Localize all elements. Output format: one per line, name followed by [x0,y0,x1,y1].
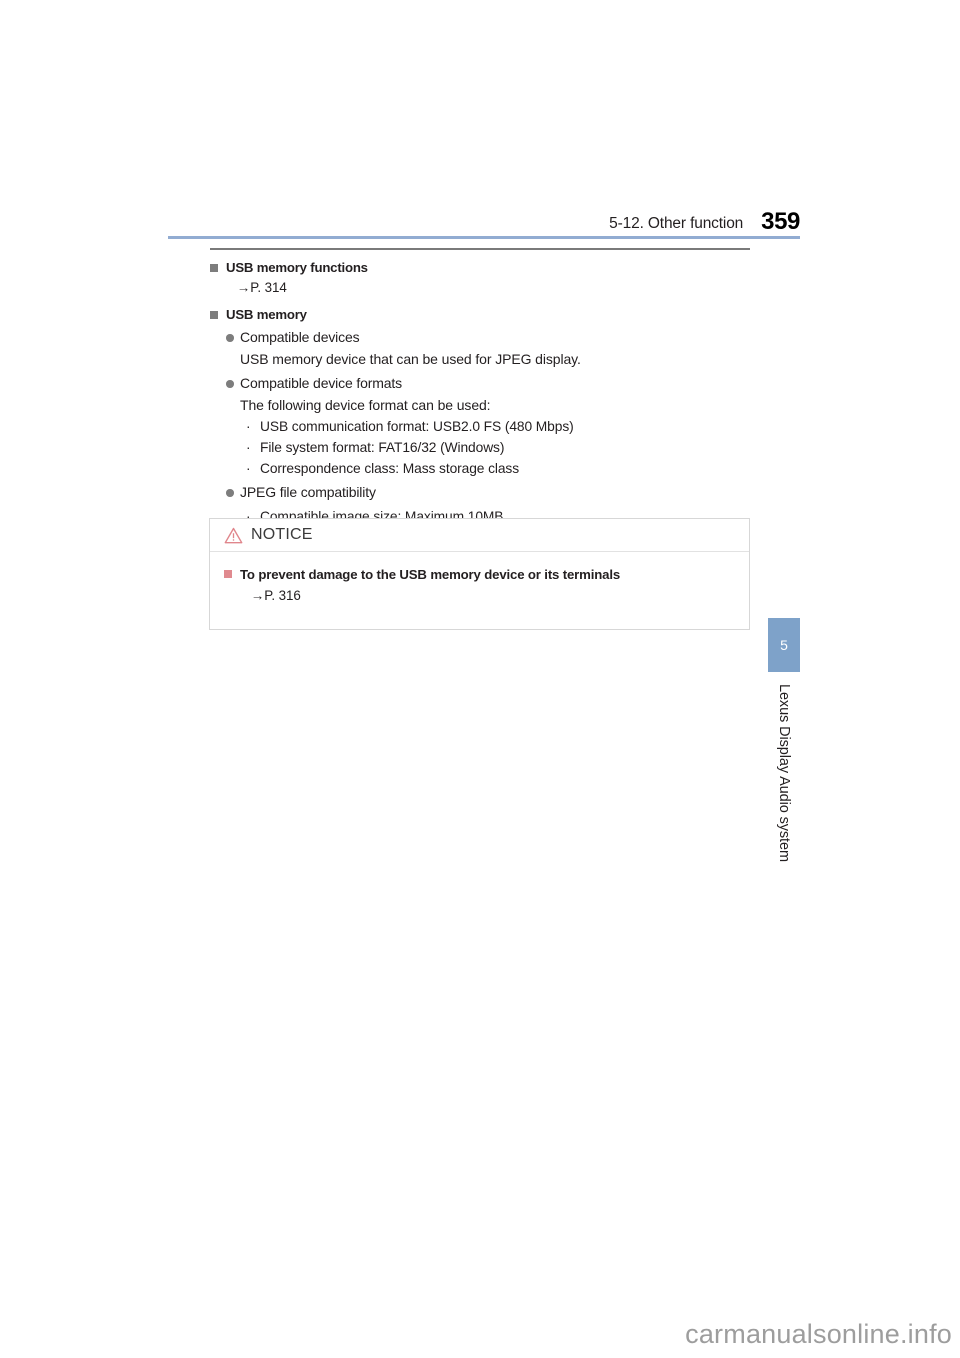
header-section-title: 5-12. Other function [609,214,744,232]
xref-usb-memory-functions[interactable]: →P. 314 [210,278,770,299]
list-item-label: USB communication format: USB2.0 FS (480… [260,419,574,435]
middot-bullet-icon: · [246,419,251,435]
heading-label: USB memory [226,306,307,322]
notice-heading-label: To prevent damage to the USB memory devi… [240,567,621,582]
middot-bullet-icon: · [246,461,251,477]
warning-triangle-icon [224,527,243,543]
manual-page: 5-12. Other function 359 USB memory func… [0,0,960,1358]
round-bullet-icon [226,489,234,497]
chapter-tab-label-wrap: Lexus Display Audio system [768,684,800,914]
middot-bullet-icon: · [246,440,251,456]
square-bullet-icon [210,264,218,272]
list-item: · Correspondence class: Mass storage cla… [210,459,770,479]
xref-notice[interactable]: →P. 316 [224,586,735,607]
notice-box: NOTICE To prevent damage to the USB memo… [209,518,750,630]
watermark: carmanualsonline.info [685,1319,952,1349]
square-bullet-icon [210,310,218,319]
square-bullet-icon [224,570,232,578]
header-rule [168,236,800,239]
round-bullet-icon [226,380,234,388]
round-bullet-icon [226,334,234,342]
page-number: 359 [761,208,800,235]
bullet-compatible-devices: Compatible devices [210,327,770,348]
list-item: · File system format: FAT16/32 (Windows) [210,438,770,458]
notice-header: NOTICE [210,519,749,552]
notice-body: To prevent damage to the USB memory devi… [210,552,749,629]
text-compatible-device-formats: The following device format can be used: [240,397,491,414]
section-divider-rule [210,248,750,250]
heading-usb-memory: USB memory [210,305,770,324]
page-header: 5-12. Other function 359 [168,200,800,234]
chapter-tab-number: 5 [768,618,800,672]
bullet-compatible-device-formats: Compatible device formats [210,373,770,394]
bullet-label: Compatible devices [240,329,360,346]
bullet-label: JPEG file compatibility [240,484,376,501]
list-item-label: File system format: FAT16/32 (Windows) [260,440,505,456]
heading-usb-memory-functions: USB memory functions [210,258,770,277]
notice-title: NOTICE [251,526,313,543]
heading-label: USB memory functions [226,260,368,275]
main-content: USB memory functions →P. 314 USB memory … [210,256,770,548]
bullet-jpeg-file-compatibility: JPEG file compatibility [210,482,770,503]
notice-heading: To prevent damage to the USB memory devi… [224,565,735,584]
list-item-label: Correspondence class: Mass storage class [260,461,520,477]
chapter-number: 5 [780,637,788,653]
bullet-label: Compatible device formats [240,375,402,392]
text-compatible-devices: USB memory device that can be used for J… [240,351,581,368]
chapter-tab-label: Lexus Display Audio system [776,684,793,862]
list-item: · USB communication format: USB2.0 FS (4… [210,417,770,437]
